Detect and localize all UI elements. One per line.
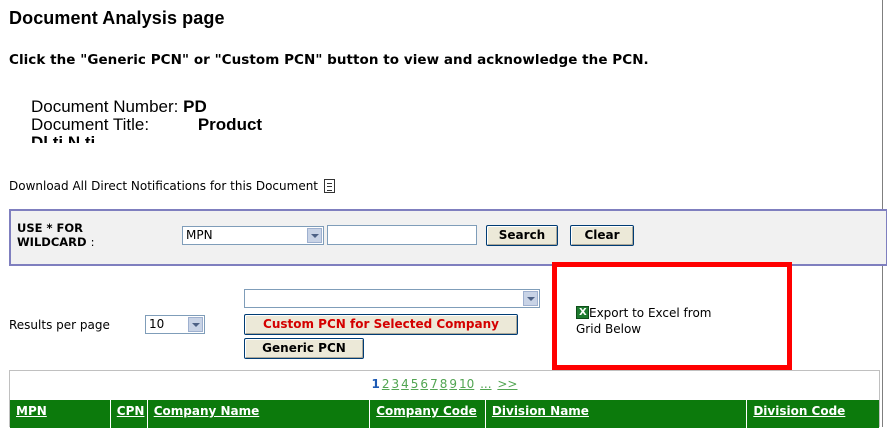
pager-page-link[interactable]: 3 [392,377,400,391]
pager-next-link[interactable]: >> [497,377,517,391]
results-per-page-select[interactable]: 10 [145,315,205,334]
document-number-row: Document Number: PD [31,98,262,116]
instructions-text: Click the "Generic PCN" or "Custom PCN" … [9,52,649,68]
wildcard-label-line2: WILDCARD [17,235,87,249]
document-number-value: PD [183,97,207,116]
generic-pcn-button[interactable]: Generic PCN [244,338,364,359]
column-header-division-code[interactable]: Division Code [747,400,879,428]
pager-page-link[interactable]: 4 [401,377,409,391]
wildcard-label: USE * FOR WILDCARD : [17,221,94,249]
results-per-page-label: Results per page [9,318,110,332]
wildcard-label-line1: USE * FOR [17,221,83,235]
search-input[interactable] [327,225,477,245]
results-per-page-value: 10 [149,317,165,331]
highlight-box [552,262,792,370]
page-title: Document Analysis page [9,8,225,28]
custom-pcn-button[interactable]: Custom PCN for Selected Company [244,314,518,335]
column-header-division-name[interactable]: Division Name [486,400,748,428]
pager-current-page: 1 [371,377,380,391]
search-field-value: MPN [186,228,213,242]
clipped-row: Dl ti N ti [31,134,95,143]
column-header-mpn[interactable]: MPN [10,400,111,428]
grid-header: MPN CPN Company Name Company Code Divisi… [10,400,879,428]
pager-page-link[interactable]: 2 [382,377,390,391]
clear-button[interactable]: Clear [570,225,634,246]
document-title-value: Product [197,115,263,134]
company-select[interactable] [244,289,540,308]
pager-ellipsis-link[interactable]: ... [480,377,491,391]
document-number-label: Document Number: [31,97,179,116]
wildcard-colon: : [90,235,95,249]
document-title-row: Document Title: Product [31,116,262,134]
results-grid: 1 2 3 4 5 6 7 8 9 10 ... >> MPN CPN Company Name … [9,370,880,428]
document-title-label: Document Title: [31,115,150,134]
pager-page-link[interactable]: 7 [430,377,438,391]
pager-page-link[interactable]: 9 [449,377,457,391]
document-icon[interactable] [324,179,336,193]
pager-page-link[interactable]: 8 [440,377,448,391]
column-header-company-name[interactable]: Company Name [148,400,371,428]
download-notifications-label[interactable]: Download All Direct Notifications for th… [9,179,318,193]
search-field-select[interactable]: MPN [182,226,324,245]
search-button[interactable]: Search [486,225,558,246]
column-header-cpn[interactable]: CPN [111,400,148,428]
chevron-down-icon[interactable] [307,228,322,243]
download-notifications-link[interactable]: Download All Direct Notifications for th… [9,179,336,193]
column-header-company-code[interactable]: Company Code [370,400,486,428]
pager-page-link[interactable]: 10 [459,377,474,391]
document-info: Document Number: PD Document Title: Prod… [31,98,262,144]
pager-page-link[interactable]: 6 [420,377,428,391]
pager: 1 2 3 4 5 6 7 8 9 10 ... >> [10,377,879,391]
chevron-down-icon[interactable] [523,291,538,306]
chevron-down-icon[interactable] [188,317,203,332]
pager-page-link[interactable]: 5 [411,377,419,391]
